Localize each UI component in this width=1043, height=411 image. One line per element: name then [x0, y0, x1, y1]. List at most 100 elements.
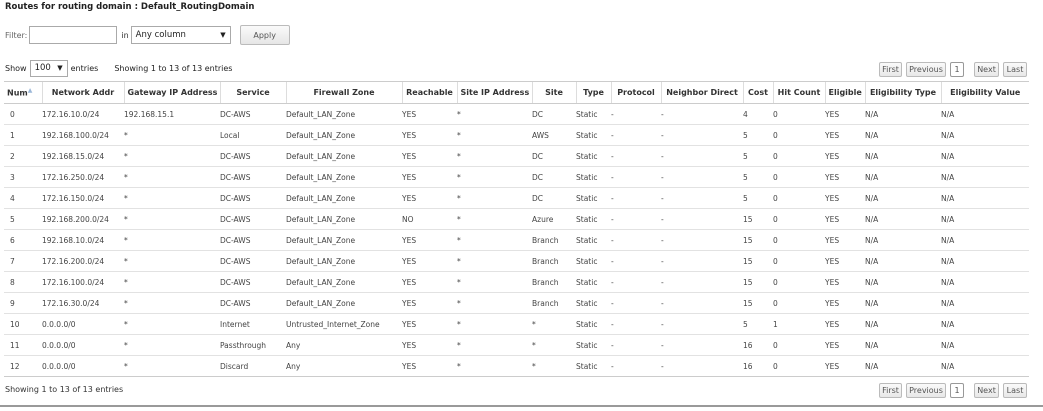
- cell-eligibility-value: N/A: [941, 124, 1029, 146]
- cell-firewall-zone: Default_LAN_Zone: [286, 103, 402, 125]
- column-header-eligibility-value[interactable]: Eligibility Value: [940, 82, 1029, 104]
- show-label: Show: [5, 63, 27, 73]
- column-header-gateway-ip[interactable]: Gateway IP Address: [123, 82, 220, 104]
- cell-neighbor-direct: -: [661, 292, 743, 314]
- entries-select[interactable]: 100 ▼: [29, 59, 68, 77]
- cell-hit-count: 0: [773, 355, 825, 376]
- cell-service: Internet: [220, 313, 286, 335]
- column-header-label: Type: [583, 88, 604, 97]
- column-header-num[interactable]: Num▲: [4, 82, 42, 104]
- cell-site: DC: [532, 103, 576, 125]
- filter-in-label: in: [121, 30, 129, 40]
- pagination-top: First Previous 1 Next Last: [875, 62, 1027, 77]
- column-header-cost[interactable]: Cost: [742, 82, 773, 104]
- cell-num: 11: [4, 334, 42, 356]
- column-header-eligibility-type[interactable]: Eligibility Type: [864, 82, 941, 104]
- cell-eligible: YES: [825, 103, 865, 125]
- table-row[interactable]: 1 192.168.100.0/24 * Local Default_LAN_Zone Y…: [4, 124, 1029, 146]
- cell-gateway-ip: *: [124, 313, 220, 335]
- cell-num: 4: [4, 187, 42, 209]
- cell-network-addr: 172.16.30.0/24: [42, 292, 124, 314]
- cell-site: DC: [532, 187, 576, 209]
- cell-type: Static: [576, 208, 611, 230]
- column-header-label: Cost: [748, 88, 768, 97]
- column-header-service[interactable]: Service: [219, 82, 286, 104]
- table-row[interactable]: 5 192.168.200.0/24 * DC-AWS Default_LAN_Zone…: [4, 208, 1029, 230]
- column-header-type[interactable]: Type: [575, 82, 611, 104]
- cell-eligibility-value: N/A: [941, 145, 1029, 167]
- cell-cost: 15: [743, 292, 773, 314]
- table-row[interactable]: 3 172.16.250.0/24 * DC-AWS Default_LAN_Zone Y…: [4, 166, 1029, 188]
- table-row[interactable]: 7 172.16.200.0/24 * DC-AWS Default_LAN_Zone Y…: [4, 250, 1029, 272]
- cell-eligibility-value: N/A: [941, 271, 1029, 293]
- cell-hit-count: 0: [773, 208, 825, 230]
- cell-num: 1: [4, 124, 42, 146]
- cell-eligibility-value: N/A: [941, 292, 1029, 314]
- column-header-label: Site IP Address: [460, 88, 530, 97]
- cell-site: *: [532, 313, 576, 335]
- cell-reachable: YES: [402, 187, 457, 209]
- cell-service: Passthrough: [220, 334, 286, 356]
- column-header-network-addr[interactable]: Network Addr: [41, 82, 124, 104]
- cell-type: Static: [576, 271, 611, 293]
- cell-eligible: YES: [825, 313, 865, 335]
- table-row[interactable]: 6 192.168.10.0/24 * DC-AWS Default_LAN_Zone Y…: [4, 229, 1029, 251]
- column-header-label: Eligibility Type: [869, 88, 937, 97]
- cell-cost: 15: [743, 271, 773, 293]
- cell-protocol: -: [611, 271, 661, 293]
- cell-protocol: -: [611, 313, 661, 335]
- table-row[interactable]: 8 172.16.100.0/24 * DC-AWS Default_LAN_Zone Y…: [4, 271, 1029, 293]
- entries-label: entries: [70, 63, 99, 73]
- cell-reachable: YES: [402, 145, 457, 167]
- filter-input[interactable]: [29, 26, 118, 44]
- column-header-firewall-zone[interactable]: Firewall Zone: [285, 82, 402, 104]
- cell-site: Branch: [532, 250, 576, 272]
- cell-num: 6: [4, 229, 42, 251]
- column-select[interactable]: Any column ▼: [130, 26, 231, 44]
- column-header-neighbor-direct[interactable]: Neighbor Direct: [660, 82, 743, 104]
- cell-hit-count: 0: [773, 187, 825, 209]
- cell-cost: 5: [743, 187, 773, 209]
- previous-page-button[interactable]: Previous: [906, 383, 946, 398]
- table-row[interactable]: 0 172.16.10.0/24 192.168.15.1 DC-AWS Default…: [4, 103, 1029, 125]
- column-header-hit-count[interactable]: Hit Count: [772, 82, 825, 104]
- previous-page-button[interactable]: Previous: [906, 62, 946, 77]
- table-row[interactable]: 10 0.0.0.0/0 * Internet Untrusted_Internet_Z…: [4, 313, 1029, 335]
- first-page-button[interactable]: First: [879, 62, 902, 77]
- cell-neighbor-direct: -: [661, 334, 743, 356]
- cell-service: DC-AWS: [220, 271, 286, 293]
- column-header-eligible[interactable]: Eligible: [824, 82, 865, 104]
- cell-site: *: [532, 334, 576, 356]
- cell-neighbor-direct: -: [661, 103, 743, 125]
- column-header-site[interactable]: Site: [531, 82, 576, 104]
- cell-protocol: -: [611, 124, 661, 146]
- column-header-protocol[interactable]: Protocol: [610, 82, 661, 104]
- cell-type: Static: [576, 313, 611, 335]
- column-header-site-ip[interactable]: Site IP Address: [456, 82, 532, 104]
- table-row[interactable]: 2 192.168.15.0/24 * DC-AWS Default_LAN_Zone Y…: [4, 145, 1029, 167]
- next-page-button[interactable]: Next: [974, 383, 999, 398]
- cell-reachable: YES: [402, 355, 457, 376]
- cell-type: Static: [576, 145, 611, 167]
- last-page-button[interactable]: Last: [1003, 62, 1027, 77]
- cell-cost: 15: [743, 208, 773, 230]
- cell-gateway-ip: *: [124, 271, 220, 293]
- apply-button[interactable]: Apply: [239, 25, 290, 45]
- table-info-top: Showing 1 to 13 of 13 entries: [114, 63, 233, 73]
- column-header-reachable[interactable]: Reachable: [401, 82, 457, 104]
- last-page-button[interactable]: Last: [1003, 383, 1027, 398]
- table-row[interactable]: 12 0.0.0.0/0 * Discard Any YES * * Static - -16 0 YE…: [4, 355, 1029, 376]
- cell-neighbor-direct: -: [661, 271, 743, 293]
- next-page-button[interactable]: Next: [974, 62, 999, 77]
- cell-hit-count: 0: [773, 166, 825, 188]
- table-row[interactable]: 11 0.0.0.0/0 * Passthrough Any YES * * Static - -1…: [4, 334, 1029, 356]
- cell-network-addr: 0.0.0.0/0: [42, 355, 124, 376]
- table-row[interactable]: 4 172.16.150.0/24 * DC-AWS Default_LAN_Zone Y…: [4, 187, 1029, 209]
- table-row[interactable]: 9 172.16.30.0/24 * DC-AWS Default_LAN_Zone YE…: [4, 292, 1029, 314]
- cell-num: 8: [4, 271, 42, 293]
- page-1-button[interactable]: 1: [950, 383, 964, 398]
- first-page-button[interactable]: First: [879, 383, 902, 398]
- cell-firewall-zone: Default_LAN_Zone: [286, 187, 402, 209]
- page-1-button[interactable]: 1: [950, 62, 964, 77]
- cell-reachable: YES: [402, 250, 457, 272]
